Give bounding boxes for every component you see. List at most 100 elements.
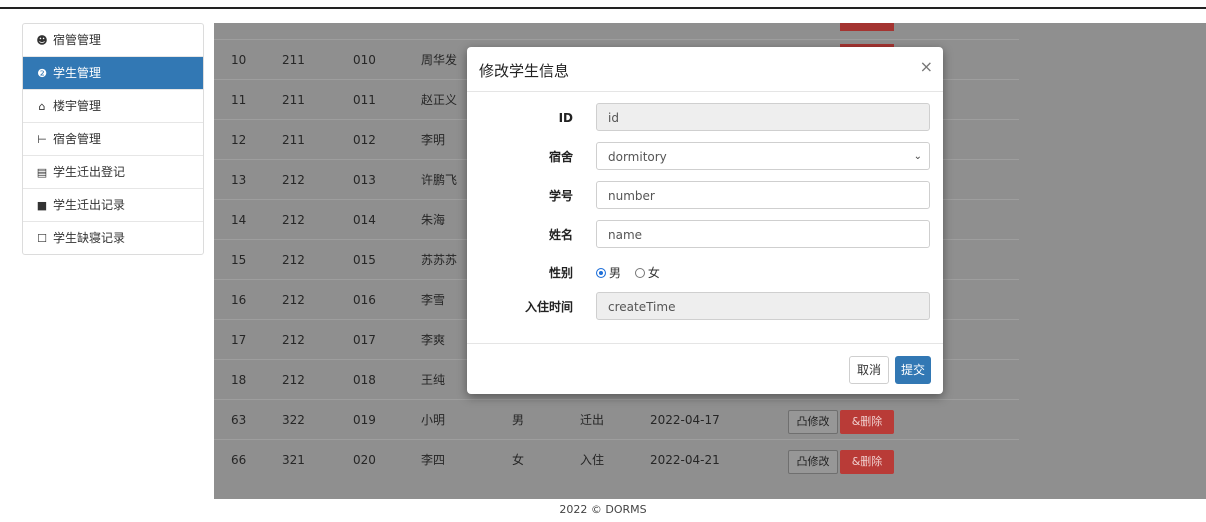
modal-header: 修改学生信息 × [467, 47, 943, 92]
home-icon: ⌂ [38, 100, 46, 113]
number-cell: 017 [353, 333, 376, 347]
sidebar-item-label: 学生迁出登记 [53, 165, 126, 179]
dorm-cell: 212 [282, 373, 305, 387]
form-row-dormitory: 宿舍 dormitory ⌄ [467, 142, 943, 172]
name-cell: 苏苏苏 [421, 253, 458, 267]
dorm-cell: 212 [282, 293, 305, 307]
sidebar-item[interactable]: ☻ 宿管管理 [23, 24, 203, 57]
name-cell: 赵正义 [421, 93, 458, 107]
sidebar-item[interactable]: ▤ 学生迁出登记 [23, 156, 203, 189]
footer: 2022 © DORMS [559, 503, 647, 516]
table-row: 66 321 020 李四 女 入住 2022-04-21 凸修改 &删除 [214, 439, 1019, 480]
sidebar-item-label: 学生缺寝记录 [53, 231, 126, 245]
id-cell: 14 [231, 213, 247, 227]
close-icon[interactable]: × [920, 57, 933, 76]
edit-student-modal: 修改学生信息 × ID id 宿舍 dormitory ⌄ 学号 number … [467, 47, 943, 394]
dorm-cell: 211 [282, 93, 305, 107]
top-border [0, 7, 1206, 9]
sidebar-item[interactable]: ⌂ 楼宇管理 [23, 90, 203, 123]
bed-icon: ⊢ [37, 133, 47, 146]
edit-button[interactable]: 凸修改 [788, 450, 838, 474]
id-cell: 15 [231, 253, 247, 267]
submit-button[interactable]: 提交 [895, 356, 931, 384]
name-label: 姓名 [548, 228, 573, 242]
date-cell: 2022-04-17 [650, 413, 720, 427]
dorm-cell: 212 [282, 253, 305, 267]
sidebar-item[interactable]: ⊢ 宿舍管理 [23, 123, 203, 156]
dorm-cell: 212 [282, 213, 305, 227]
sidebar-item-label: 学生管理 [53, 66, 102, 80]
name-cell: 李雪 [421, 293, 446, 307]
sidebar-item-label: 学生迁出记录 [53, 198, 126, 212]
number-cell: 014 [353, 213, 376, 227]
bookmark-icon: ■ [36, 199, 48, 212]
dorm-cell: 321 [282, 453, 305, 467]
sidebar-item-label: 宿管管理 [53, 33, 102, 47]
radio-checked-icon [596, 268, 606, 278]
dorm-cell: 212 [282, 333, 305, 347]
id-cell: 63 [231, 413, 247, 427]
gender-cell: 女 [512, 453, 525, 467]
name-cell: 李四 [421, 453, 446, 467]
sidebar-item-label: 楼宇管理 [53, 99, 102, 113]
dorm-cell: 322 [282, 413, 305, 427]
sidebar-item[interactable]: ❷ 学生管理 [23, 57, 203, 90]
dorm-cell: 211 [282, 133, 305, 147]
bookmark-outline-icon: ☐ [37, 232, 47, 245]
radio-unchecked-icon [634, 268, 645, 278]
date-cell: 2022-04-21 [650, 453, 720, 467]
id-field[interactable]: id [596, 103, 930, 131]
form-row-name: 姓名 name [467, 220, 943, 250]
name-cell: 朱海 [421, 213, 446, 227]
dorm-cell: 212 [282, 173, 305, 187]
state-cell: 入住 [580, 453, 605, 467]
name-field[interactable]: name [596, 220, 930, 248]
id-cell: 17 [231, 333, 247, 347]
number-cell: 020 [353, 453, 376, 467]
dormitory-select[interactable]: dormitory ⌄ [596, 142, 930, 170]
number-label: 学号 [548, 189, 573, 203]
id-card-icon: ▤ [36, 166, 48, 179]
id-cell: 11 [231, 93, 247, 107]
create-time-field[interactable]: createTime [596, 292, 930, 320]
id-cell: 16 [231, 293, 247, 307]
table-row: 63 322 019 小明 男 迁出 2022-04-17 凸修改 &删除 [214, 399, 1019, 440]
id-cell: 13 [231, 173, 247, 187]
table-header [214, 23, 1206, 39]
gender-radio-group: 男 女 [596, 258, 670, 288]
number-cell: 013 [353, 173, 376, 187]
number-cell: 015 [353, 253, 376, 267]
gender-cell: 男 [512, 413, 525, 427]
number-cell: 018 [353, 373, 376, 387]
edit-button[interactable]: 凸修改 [788, 410, 838, 434]
gender-radio-male[interactable]: 男 [596, 258, 621, 288]
sidebar: ☻ 宿管管理 ❷ 学生管理 ⌂ 楼宇管理 ⊢ 宿舍管理 ▤ 学生迁出登记 ■ 学生迁出记录 ☐ 学生缺寝记… [22, 23, 204, 255]
cancel-button[interactable]: 取消 [849, 356, 889, 384]
dorm-cell: 211 [282, 53, 305, 67]
form-row-create-time: 入住时间 createTime [467, 292, 943, 322]
id-label: ID [558, 111, 573, 125]
sidebar-item[interactable]: ☐ 学生缺寝记录 [23, 222, 203, 254]
gender-radio-female[interactable]: 女 [634, 258, 660, 288]
name-cell: 许鹏飞 [421, 173, 458, 187]
number-field[interactable]: number [596, 181, 930, 209]
form-row-gender: 性别 男 女 [467, 258, 943, 288]
delete-button[interactable]: &删除 [840, 450, 894, 474]
dormitory-select-value: dormitory [608, 150, 667, 164]
number-cell: 016 [353, 293, 376, 307]
delete-button-partial[interactable] [840, 23, 894, 31]
chevron-down-icon: ⌄ [913, 151, 922, 162]
number-cell: 019 [353, 413, 376, 427]
id-cell: 18 [231, 373, 247, 387]
name-cell: 小明 [421, 413, 446, 427]
number-cell: 011 [353, 93, 376, 107]
user-circle-icon: ☻ [36, 34, 48, 47]
name-cell: 王纯 [421, 373, 446, 387]
form-row-number: 学号 number [467, 181, 943, 211]
gender-option-female: 女 [647, 266, 660, 280]
sidebar-item[interactable]: ■ 学生迁出记录 [23, 189, 203, 222]
id-cell: 12 [231, 133, 247, 147]
id-cell: 10 [231, 53, 247, 67]
delete-button[interactable]: &删除 [840, 410, 894, 434]
form-row-id: ID id [467, 103, 943, 133]
